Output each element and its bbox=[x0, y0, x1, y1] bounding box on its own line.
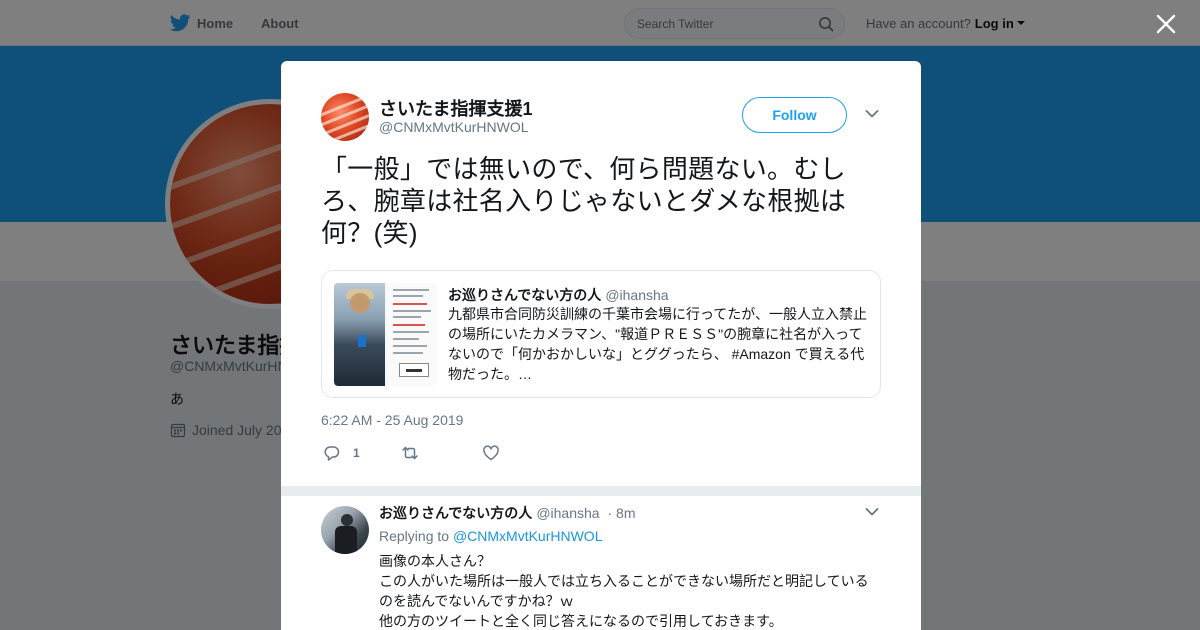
tweet-modal: さいたま指揮支援1 @CNMxMvtKurHNWOL Follow 「一般」では… bbox=[281, 61, 921, 630]
close-icon[interactable] bbox=[1154, 12, 1178, 36]
quoted-tweet-card[interactable]: お巡りさんでない方の人 @ihansha 九都県市合同防災訓練の千葉市会場に行って… bbox=[321, 270, 881, 398]
reply-author-name[interactable]: お巡りさんでない方の人 bbox=[379, 505, 532, 521]
tweet-text: 「一般」では無いので、何ら問題ない。むしろ、腕章は社名入りじゃないとダメな根拠は… bbox=[321, 154, 847, 248]
quoted-tweet-text: 九都県市合同防災訓練の千葉市会場に行ってたが、一般人立入禁止の場所にいたカメラマ… bbox=[448, 306, 868, 382]
retweet-icon bbox=[402, 446, 418, 460]
quoted-author-name: お巡りさんでない方の人 bbox=[448, 287, 602, 303]
reply-text-line: 画像の本人さん？ bbox=[379, 553, 491, 569]
replying-to-prefix: Replying to bbox=[379, 528, 450, 544]
reply-button[interactable]: 1 bbox=[323, 443, 360, 463]
replying-to: Replying to @CNMxMvtKurHNWOL bbox=[379, 528, 602, 544]
heart-icon bbox=[483, 445, 499, 461]
tweet-author-name[interactable]: さいたま指揮支援1 bbox=[379, 95, 532, 121]
quoted-tweet-media[interactable] bbox=[334, 283, 437, 386]
reply-time[interactable]: 8m bbox=[616, 505, 635, 521]
quoted-photo-cameraman bbox=[334, 283, 385, 386]
reply-chevron-down-icon[interactable] bbox=[865, 507, 879, 517]
reply-text-line: 他の方のツイートと全く同じ答えになるので引用しておきます。 bbox=[379, 613, 783, 629]
retweet-button[interactable] bbox=[401, 443, 419, 463]
reply-author-avatar[interactable] bbox=[321, 506, 369, 554]
quoted-photo-document bbox=[387, 283, 437, 386]
follow-button[interactable]: Follow bbox=[742, 97, 847, 133]
reply-text: 画像の本人さん？ この人がいた場所は一般人では立ち入ることができない場所だと明記… bbox=[379, 551, 879, 630]
tweet-author-handle[interactable]: @CNMxMvtKurHNWOL bbox=[379, 119, 529, 135]
like-button[interactable] bbox=[482, 443, 500, 463]
thread-divider bbox=[281, 486, 921, 496]
tweet-author-avatar[interactable] bbox=[321, 93, 369, 141]
reply-icon bbox=[324, 446, 340, 461]
quoted-author: お巡りさんでない方の人 @ihansha bbox=[448, 285, 669, 305]
reply-text-line: この人がいた場所は一般人では立ち入ることができない場所だと明記しているのを読んで… bbox=[379, 573, 869, 609]
replying-to-link[interactable]: @CNMxMvtKurHNWOL bbox=[453, 528, 603, 544]
reply-header: お巡りさんでない方の人 @ihansha · 8m bbox=[379, 503, 635, 523]
quoted-author-handle: @ihansha bbox=[605, 287, 669, 303]
reply-separator: · bbox=[607, 505, 613, 521]
chevron-down-icon[interactable] bbox=[865, 109, 879, 119]
reply-author-handle[interactable]: @ihansha bbox=[536, 505, 599, 521]
tweet-timestamp[interactable]: 6:22 AM - 25 Aug 2019 bbox=[321, 412, 463, 428]
reply-count: 1 bbox=[353, 446, 360, 460]
